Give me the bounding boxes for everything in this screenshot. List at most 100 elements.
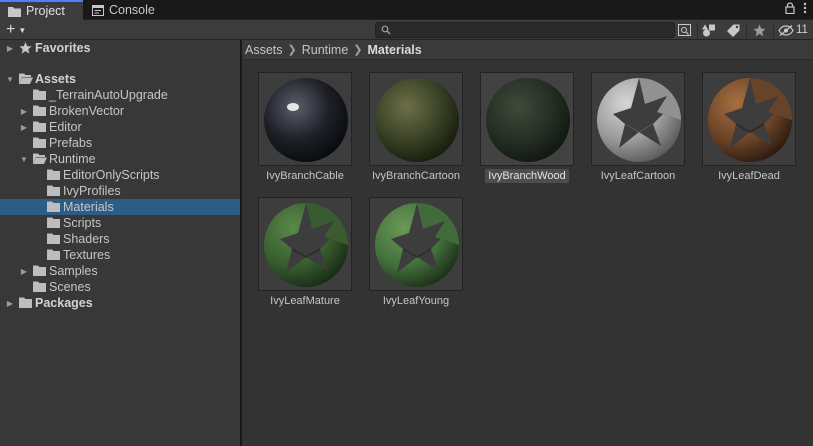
leaf-preview-icon	[264, 203, 348, 287]
asset-label: IvyLeafYoung	[353, 295, 479, 307]
asset-ivyleafmature[interactable]: IvyLeafMature	[242, 197, 352, 309]
search-field[interactable]	[375, 22, 675, 38]
tree-item-label: Scripts	[63, 216, 102, 230]
filter-by-label-button[interactable]	[722, 21, 744, 39]
tree-item-favorites[interactable]: ▶ Favorites	[0, 40, 240, 56]
tree-item-label: Favorites	[35, 41, 91, 55]
folder-icon	[33, 281, 46, 292]
asset-name: IvyLeafMature	[270, 295, 340, 307]
expand-right-icon[interactable]: ▶	[19, 263, 29, 279]
asset-thumbnail[interactable]	[369, 197, 463, 291]
breadcrumb-item[interactable]: Assets	[245, 43, 283, 57]
tree-item-assets[interactable]: ▼ Assets	[0, 71, 240, 87]
tree-item-label: Scenes	[49, 280, 91, 294]
expand-down-icon[interactable]: ▼	[5, 71, 15, 87]
hidden-count-label: 11	[796, 24, 808, 36]
asset-thumbnail[interactable]	[480, 72, 574, 166]
toolbar-separator	[773, 22, 774, 38]
tab-console[interactable]: Console	[84, 0, 166, 20]
chevron-right-icon: ❯	[353, 44, 363, 56]
breadcrumb-current[interactable]: Materials	[368, 43, 422, 57]
expand-right-icon[interactable]: ▶	[19, 103, 29, 119]
material-preview-icon	[264, 78, 348, 162]
search-by-type-button[interactable]	[674, 21, 696, 39]
asset-name: IvyLeafCartoon	[600, 170, 676, 182]
folder-icon	[33, 121, 46, 132]
tab-console-label: Console	[109, 3, 155, 17]
hidden-packages-toggle[interactable]: 11	[778, 21, 808, 39]
asset-label: IvyBranchWood	[464, 169, 590, 183]
breadcrumb-item[interactable]: Runtime	[302, 43, 349, 57]
tree-item-packages[interactable]: ▶ Packages	[0, 295, 240, 311]
tree-item-shaders[interactable]: Shaders	[0, 231, 240, 247]
tree-item-label: BrokenVector	[49, 104, 125, 118]
search-input[interactable]	[394, 23, 672, 37]
tree-item-label: Assets	[35, 72, 76, 86]
asset-label: IvyLeafCartoon	[575, 170, 701, 182]
favorite-button[interactable]	[748, 21, 770, 39]
tab-project[interactable]: Project	[0, 0, 83, 20]
expand-down-icon[interactable]: ▼	[19, 151, 29, 167]
tag-icon	[726, 24, 739, 37]
kebab-menu-icon[interactable]	[803, 2, 807, 14]
asset-name: IvyBranchCable	[266, 170, 344, 182]
star-icon	[19, 42, 32, 54]
tree-item-prefabs[interactable]: Prefabs	[0, 135, 240, 151]
folder-icon	[33, 265, 46, 276]
asset-thumbnail[interactable]	[258, 72, 352, 166]
tree-item-label: Editor	[49, 120, 82, 134]
expand-right-icon[interactable]: ▶	[19, 119, 29, 135]
window-controls	[785, 2, 807, 14]
tab-project-label: Project	[26, 4, 65, 18]
tree-item-editoronlyscripts[interactable]: EditorOnlyScripts	[0, 167, 240, 183]
folder-icon	[33, 105, 46, 116]
folder-tree: ▶ Favorites ▼ Assets _TerrainAutoUpgrade ▶ Bro…	[0, 40, 240, 446]
tree-item-textures[interactable]: Textures	[0, 247, 240, 263]
filter-by-type-button[interactable]	[698, 21, 720, 39]
folder-icon	[8, 6, 21, 17]
asset-ivyleafcartoon[interactable]: IvyLeafCartoon	[575, 72, 685, 184]
tree-item-ivyprofiles[interactable]: IvyProfiles	[0, 183, 240, 199]
tree-item-brokenvector[interactable]: ▶ BrokenVector	[0, 103, 240, 119]
tree-item-editor[interactable]: ▶ Editor	[0, 119, 240, 135]
asset-ivybranchcable[interactable]: IvyBranchCable	[242, 72, 352, 184]
lock-icon[interactable]	[785, 2, 795, 14]
tree-item-label: Materials	[63, 200, 114, 214]
console-icon	[92, 4, 104, 16]
folder-icon	[47, 233, 60, 244]
asset-ivybranchwood[interactable]: IvyBranchWood	[464, 72, 574, 184]
tree-item-label: EditorOnlyScripts	[63, 168, 160, 182]
tree-item-materials[interactable]: Materials	[0, 199, 240, 215]
leaf-preview-icon	[708, 78, 792, 162]
tree-item-samples[interactable]: ▶ Samples	[0, 263, 240, 279]
asset-thumbnail[interactable]	[258, 197, 352, 291]
tree-item-terrainautoupgrade[interactable]: _TerrainAutoUpgrade	[0, 87, 240, 103]
create-button[interactable]: + ▼	[6, 21, 26, 39]
asset-ivyleafyoung[interactable]: IvyLeafYoung	[353, 197, 463, 309]
tree-item-scenes[interactable]: Scenes	[0, 279, 240, 295]
expand-right-icon[interactable]: ▶	[5, 40, 15, 56]
chevron-down-icon: ▼	[18, 25, 27, 35]
expand-right-icon[interactable]: ▶	[5, 295, 15, 311]
toolbar-separator	[746, 22, 747, 38]
asset-name: IvyBranchCartoon	[371, 170, 461, 182]
tree-item-scripts[interactable]: Scripts	[0, 215, 240, 231]
asset-thumbnail[interactable]	[369, 72, 463, 166]
asset-ivybranchcartoon[interactable]: IvyBranchCartoon	[353, 72, 463, 184]
asset-name: IvyLeafDead	[718, 170, 780, 182]
tree-item-label: Prefabs	[49, 136, 93, 150]
breadcrumb: Assets ❯ Runtime ❯ Materials	[242, 40, 813, 60]
plus-icon: +	[6, 21, 16, 38]
asset-thumbnail[interactable]	[702, 72, 796, 166]
asset-thumbnail[interactable]	[591, 72, 685, 166]
tree-item-runtime[interactable]: ▼ Runtime	[0, 151, 240, 167]
tree-item-label: Samples	[49, 264, 98, 278]
tree-item-label: Shaders	[63, 232, 110, 246]
folder-open-icon	[19, 73, 33, 84]
folder-icon	[47, 185, 60, 196]
tree-item-label: Runtime	[49, 152, 96, 166]
material-preview-icon	[375, 78, 459, 162]
asset-ivyleafdead[interactable]: IvyLeafDead	[686, 72, 796, 184]
eye-slash-icon	[778, 24, 794, 36]
tab-bar: Project Console	[0, 0, 813, 20]
